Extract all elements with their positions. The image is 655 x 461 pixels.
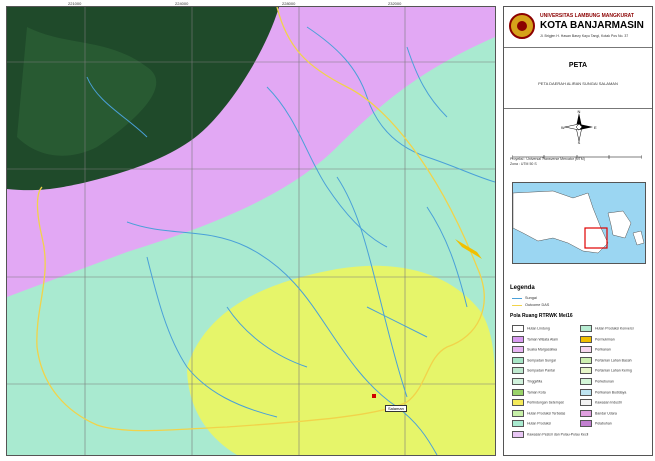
legend-label: Sempadan Sungai [527,358,556,363]
compass-w: W [561,125,565,130]
compass-rose-icon: N S W E [559,109,599,150]
university-name: UNIVERSITAS LAMBUNG MANGKURAT [540,13,634,19]
legend-swatch [580,325,592,332]
legend-swatch [580,378,592,385]
legend-label: Perkebunan [595,379,614,384]
legend-swatch [512,356,524,364]
map-title: PETA [568,62,588,69]
legend-das: Outcome DAS [512,303,549,307]
legend-label: Pertanian Lahan Kering [595,368,632,373]
legend-swatch [580,367,592,375]
legend-swatch [580,335,592,343]
legend-swatch [512,409,524,417]
legend-item-right-1: Permukiman [580,335,615,343]
legend-label: Taman Wisata Alam [527,337,558,342]
legend-item-right-3: Pertanian Lahan Basah [580,356,632,364]
legend-swatch [580,388,592,396]
address: Jl. Brigjen H. Hasan Basry Kayu Tangi, K… [540,34,629,38]
legend-item-right-9: Pelabuhan [580,420,612,428]
legend-item-left-1: Taman Wisata Alam [512,335,558,343]
legend-swatch [512,399,524,407]
grid-label-top-3: 228000 [282,1,296,6]
legend-swatch [512,335,524,343]
legend-swatch [512,420,524,428]
legend-label: Perlindungan Setempat [527,400,564,405]
legend-label: Hutan Produksi Konversi [595,326,634,331]
map-subtitle: PETA DAERAH ALIRAN SUNGAI SALAMAN [538,81,618,86]
inset-land-main [513,190,609,254]
legend-label: Suaka Margasatwa [527,347,557,352]
inset-land-island [607,210,632,239]
legend-item-left-7: Perlindungan Setempat [512,399,564,407]
legend-item-left-5: Tinggi/Ma [512,378,542,385]
projection-line-2: Zona : UTM 50 S [510,161,537,166]
grid-label-top-1: 221000 [68,1,82,6]
inset-map [512,182,646,264]
legend-label: Perikanan [595,347,611,352]
legend-swatch [580,346,592,354]
legend-swatch [512,431,524,438]
legend-label: Kawasan Industri [595,400,622,405]
grid-label-top-4: 232000 [388,1,402,6]
legend-swatch [580,409,592,417]
compass-e: E [594,125,597,130]
legend-label: Kawasan Pesisir dan Pulau-Pulau Kecil [527,432,589,437]
town-label: Salaman [385,405,407,412]
legend-item-right-4: Pertanian Lahan Kering [580,367,632,375]
legend-label: Pelabuhan [595,421,612,426]
legend-swatch [580,420,592,428]
legend-label: Hutan Produksi [527,421,551,426]
legend-label: Permukiman [595,337,615,342]
inset-land-small [632,230,645,246]
legend-label: Pertanian Lahan Basah [595,358,632,363]
legend-item-right-7: Kawasan Industri [580,399,622,407]
legend-swatch [580,399,592,407]
scale-bar [511,147,643,159]
legend-swatch [580,356,592,364]
legend-item-right-2: Perikanan [580,346,611,354]
panel-header: UNIVERSITAS LAMBUNG MANGKURAT KOTA BANJA… [504,7,652,48]
university-logo-icon [509,13,535,39]
compass-n: N [578,110,581,114]
legend-label: Hutan Produksi Terbatas [527,411,566,416]
main-map[interactable]: Salaman [6,6,496,456]
legend-item-right-6: Perikanan Budidaya [580,388,627,396]
legend-swatch [512,388,524,396]
projection-info: Proyeksi : Universal Transverse Mercator… [510,157,585,166]
legend-label: Perikanan Budidaya [595,390,627,395]
legend-item-left-2: Suaka Margasatwa [512,346,557,354]
legend-item-left-3: Sempadan Sungai [512,356,556,364]
legend-item-left-9: Hutan Produksi [512,420,551,428]
legend-item-right-8: Bandar Udara [580,409,617,417]
legend-swatch [512,367,524,375]
legend-label: Taman Kota [527,390,546,395]
legend-swatch [512,325,524,332]
pola-ruang-title: Pola Ruang RTRWK Mei16 [510,313,573,319]
map-legend-panel: UNIVERSITAS LAMBUNG MANGKURAT KOTA BANJA… [503,6,653,456]
city-name: KOTA BANJARMASIN [540,20,644,31]
legend-label: Sempadan Pantai [527,368,555,373]
legend-item-left-0: Hutan Lindung [512,325,550,332]
projection-line-1: Proyeksi : Universal Transverse Mercator… [510,157,585,161]
legend-swatch [512,346,524,354]
legend-item-left-10: Kawasan Pesisir dan Pulau-Pulau Kecil [512,431,588,438]
legend-item-left-8: Hutan Produksi Terbatas [512,409,566,417]
legend-title: Legenda [510,285,535,291]
title-box: PETA PETA DAERAH ALIRAN SUNGAI SALAMAN [504,48,652,109]
legend-swatch [512,378,524,385]
compass-s: S [578,140,581,144]
legend-river: Sungai [512,296,537,300]
legend-item-left-4: Sempadan Pantai [512,367,555,375]
legend-label: Tinggi/Ma [527,379,543,384]
legend-label: Bandar Udara [595,411,617,416]
legend-item-left-6: Taman Kota [512,388,546,396]
legend-label: Hutan Lindung [527,326,550,331]
town-marker[interactable] [372,394,376,398]
legend-item-right-0: Hutan Produksi Konversi [580,325,634,332]
legend-item-right-5: Perkebunan [580,378,614,385]
grid-label-top-2: 224000 [175,1,189,6]
map-canvas [7,7,495,455]
